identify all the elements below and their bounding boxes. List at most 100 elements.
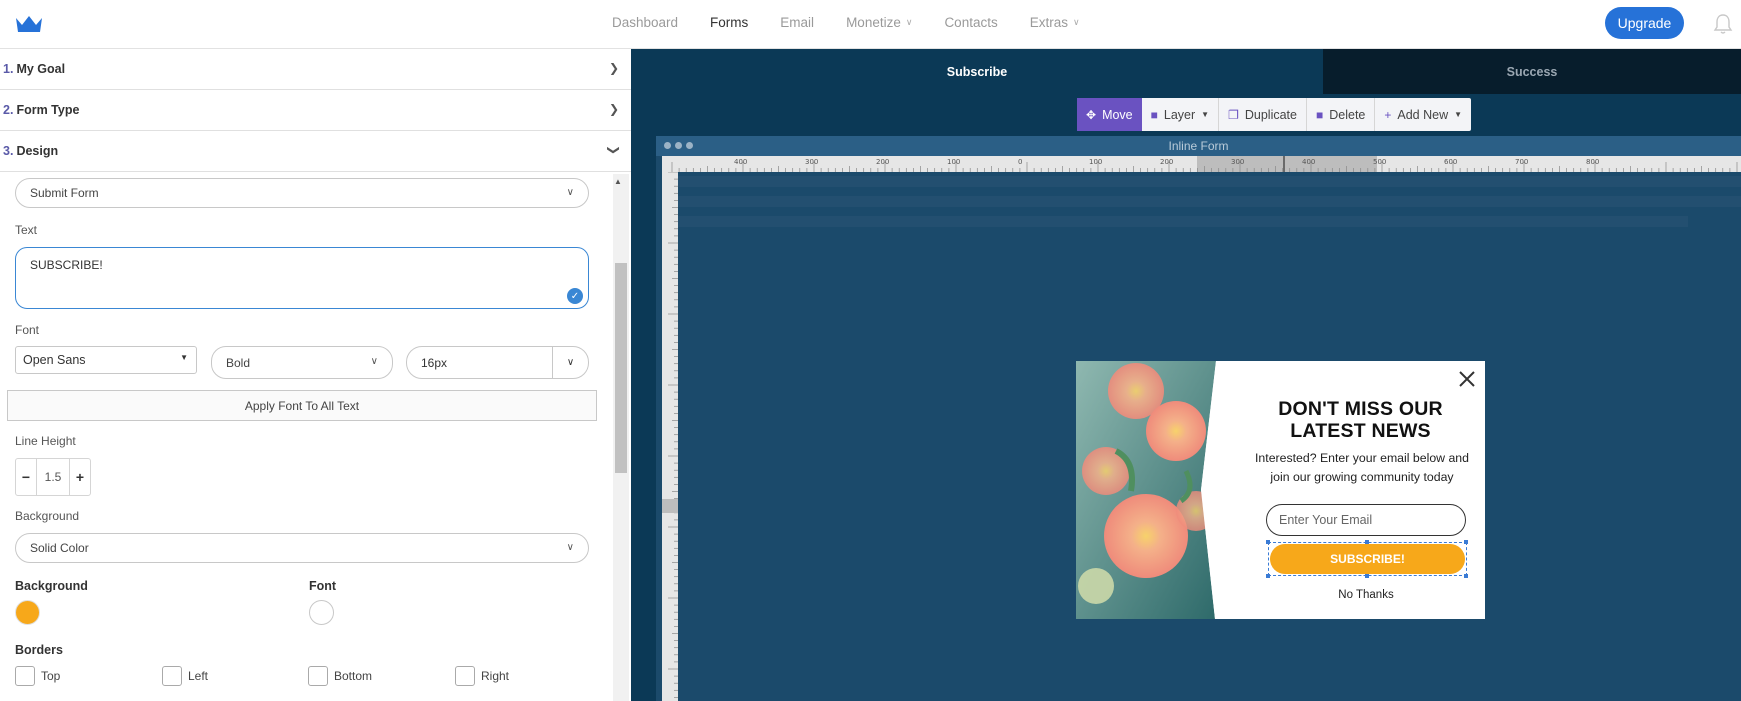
ruler-label: 0 — [1018, 158, 1022, 166]
chevron-down-icon[interactable]: ∨ — [553, 357, 588, 368]
move-button[interactable]: ✥ Move — [1077, 98, 1142, 131]
font-family-select[interactable]: Open Sans ▼ — [15, 346, 197, 374]
element-select[interactable]: Submit Form ∨ — [15, 178, 589, 208]
apply-font-to-all-button[interactable]: Apply Font To All Text — [7, 390, 597, 421]
tab-subscribe[interactable]: Subscribe — [631, 49, 1323, 94]
caret-down-icon: ▼ — [1201, 110, 1210, 119]
font-weight-select[interactable]: Bold ∨ — [211, 346, 393, 379]
vertical-ruler — [662, 172, 678, 701]
scroll-up-arrow-icon[interactable]: ▲ — [614, 177, 622, 186]
chevron-down-icon: ∨ — [370, 356, 378, 367]
layer-icon: ■ — [1150, 107, 1158, 122]
text-label: Text — [15, 223, 38, 237]
chevron-right-icon: ❯ — [608, 102, 619, 116]
minus-icon[interactable]: − — [16, 459, 36, 495]
popup-description: Interested? Enter your email below and j… — [1255, 451, 1469, 484]
email-field[interactable]: Enter Your Email — [1266, 504, 1466, 536]
section-form-type[interactable]: 2. Form Type ❯ — [0, 90, 631, 131]
button-text-field[interactable]: SUBSCRIBE! — [15, 247, 589, 309]
line-height-label: Line Height — [15, 434, 76, 448]
guide-line — [678, 176, 1741, 187]
plus-icon: + — [1384, 107, 1392, 122]
nav-item-contacts[interactable]: Contacts — [944, 15, 997, 30]
no-thanks-link[interactable]: No Thanks — [1266, 589, 1466, 601]
ruler-label: 300 — [805, 158, 818, 166]
duplicate-button[interactable]: ❐ Duplicate — [1219, 98, 1307, 131]
line-height-value[interactable]: 1.5 — [36, 459, 70, 495]
ruler-label: 600 — [1444, 158, 1457, 166]
background-color-heading: Background — [15, 579, 88, 593]
background-color-swatch[interactable] — [15, 600, 40, 625]
ruler-label: 100 — [1089, 158, 1102, 166]
font-color-heading: Font — [309, 579, 337, 593]
chevron-down-icon: ∨ — [905, 17, 913, 27]
ruler-label: 100 — [947, 158, 960, 166]
chevron-down-icon: ❯ — [606, 144, 621, 156]
element-toolbar: ✥ Move ■ Layer ▼ ❐ Duplicate ■ Delete + … — [1077, 98, 1472, 131]
chevron-down-icon: ∨ — [566, 542, 574, 553]
nav-item-dashboard[interactable]: Dashboard — [612, 15, 678, 30]
bell-icon[interactable] — [1713, 13, 1733, 35]
nav-item-extras[interactable]: Extras ∨ — [1030, 15, 1080, 30]
plus-icon[interactable]: + — [70, 459, 90, 495]
background-label: Background — [15, 509, 80, 523]
border-left-checkbox[interactable]: Left — [162, 666, 208, 686]
resize-handle[interactable] — [1266, 540, 1270, 544]
chevron-right-icon: ❯ — [608, 61, 619, 75]
ruler-label: 800 — [1586, 158, 1599, 166]
caret-down-icon: ▼ — [180, 353, 188, 362]
border-top-checkbox[interactable]: Top — [15, 666, 60, 686]
copy-icon: ❐ — [1228, 107, 1239, 122]
font-color-swatch[interactable] — [309, 600, 334, 625]
resize-handle[interactable] — [1365, 574, 1369, 578]
layer-button[interactable]: ■ Layer ▼ — [1142, 98, 1220, 131]
line-height-stepper: − 1.5 + — [15, 458, 91, 496]
scrollbar-thumb[interactable] — [615, 263, 627, 473]
resize-handle[interactable] — [1464, 540, 1468, 544]
popup-title: DON'T MISS OUR LATEST NEWS — [1278, 398, 1443, 442]
resize-handle[interactable] — [1464, 574, 1468, 578]
resize-handle[interactable] — [1266, 574, 1270, 578]
move-arrows-icon: ✥ — [1086, 107, 1097, 122]
crown-logo-icon[interactable] — [14, 13, 44, 35]
window-dots-icon — [664, 142, 693, 149]
nav-item-monetize[interactable]: Monetize ∨ — [846, 15, 912, 30]
add-new-button[interactable]: + Add New ▼ — [1375, 98, 1471, 131]
step-tabs: Subscribe Success — [631, 49, 1741, 94]
guide-line — [678, 196, 1741, 207]
nav-item-email[interactable]: Email — [780, 15, 814, 30]
font-size-select[interactable]: 16px ∨ — [406, 346, 589, 379]
main-nav: Dashboard Forms Email Monetize ∨ Contacts… — [612, 0, 1112, 45]
caret-down-icon: ▼ — [1454, 110, 1463, 119]
flower-image — [1076, 361, 1243, 619]
close-icon[interactable] — [1457, 369, 1477, 389]
border-right-checkbox[interactable]: Right — [455, 666, 509, 686]
ruler-label: 200 — [1160, 158, 1173, 166]
ruler-label: 700 — [1515, 158, 1528, 166]
upgrade-button[interactable]: Upgrade — [1605, 7, 1684, 39]
chevron-down-icon: ∨ — [1072, 17, 1080, 27]
trash-icon: ■ — [1315, 107, 1324, 122]
subscribe-button[interactable]: SUBSCRIBE! — [1270, 544, 1465, 574]
guide-line — [678, 216, 1688, 227]
settings-panel: 1. My Goal ❯ 2. Form Type ❯ 3. Design ❯ … — [0, 49, 631, 701]
section-my-goal[interactable]: 1. My Goal ❯ — [0, 49, 631, 90]
section-design[interactable]: 3. Design ❯ — [0, 131, 631, 172]
ruler-label: 200 — [876, 158, 889, 166]
font-label: Font — [15, 323, 40, 337]
popup-preview: DON'T MISS OUR LATEST NEWS Interested? E… — [1076, 361, 1485, 619]
border-bottom-checkbox[interactable]: Bottom — [308, 666, 372, 686]
borders-heading: Borders — [15, 643, 63, 657]
frame-title-bar: Inline Form — [656, 136, 1741, 156]
check-icon: ✓ — [567, 288, 583, 304]
ruler-label: 400 — [1302, 158, 1315, 166]
chevron-down-icon: ∨ — [566, 187, 574, 198]
delete-button[interactable]: ■ Delete — [1307, 98, 1376, 131]
tab-success[interactable]: Success — [1323, 49, 1741, 94]
ruler-label: 500 — [1373, 158, 1386, 166]
ruler-label: 300 — [1231, 158, 1244, 166]
background-type-select[interactable]: Solid Color ∨ — [15, 533, 589, 563]
top-navigation-bar: Dashboard Forms Email Monetize ∨ Contacts… — [0, 0, 1741, 49]
horizontal-ruler: 400 300 200 100 0 100 200 300 400 500 600 700 800 — [662, 156, 1741, 172]
nav-item-forms[interactable]: Forms — [710, 15, 748, 30]
